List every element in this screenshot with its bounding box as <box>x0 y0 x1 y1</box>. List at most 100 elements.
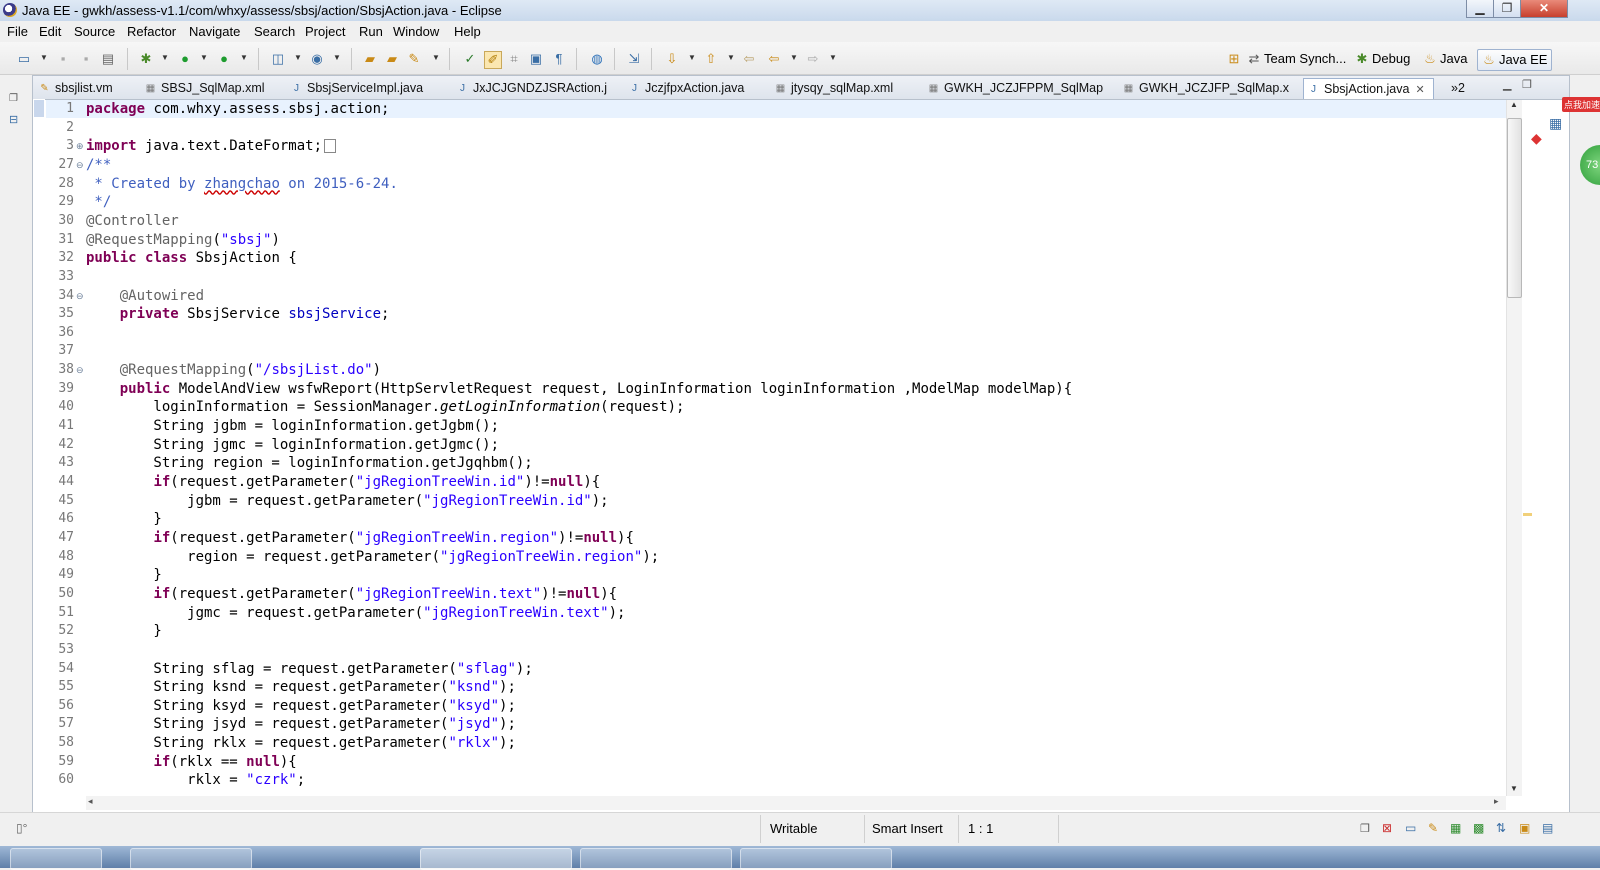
code-line[interactable]: region = request.getParameter("jgRegionT… <box>86 548 659 567</box>
code-content[interactable]: package com.whxy.assess.sbsj.action; impo… <box>86 100 1501 800</box>
markers-icon[interactable]: ▩ <box>1473 821 1484 835</box>
tab-jtysqy-sqlmap-xml[interactable]: ▦ jtysqy_sqlMap.xml <box>771 78 893 100</box>
taskbar-button[interactable] <box>130 848 252 870</box>
code-line[interactable]: } <box>86 622 161 641</box>
code-line[interactable]: } <box>86 566 161 585</box>
save-all-icon[interactable]: ▪ <box>78 51 94 67</box>
perspective-debug[interactable]: ✱ Debug <box>1355 49 1411 69</box>
back-dropdown-icon[interactable]: ▼ <box>790 54 798 62</box>
open-task-icon[interactable]: ▰ <box>384 51 400 67</box>
speedup-widget-label[interactable]: 点我加速 <box>1562 97 1600 112</box>
code-line[interactable]: * Created by zhangchao on 2015-6-24. <box>86 175 397 194</box>
forward-icon[interactable]: ⇨ <box>805 51 821 67</box>
open-type-icon[interactable]: ▰ <box>362 51 378 67</box>
menu-navigate[interactable]: Navigate <box>189 24 240 39</box>
code-line[interactable]: String region = loginInformation.getJgqh… <box>86 454 532 473</box>
code-line[interactable]: String jsyd = request.getParameter("jsyd… <box>86 715 515 734</box>
last-edit-location-icon[interactable]: ⇦ <box>741 51 757 67</box>
vertical-scrollbar-thumb[interactable] <box>1507 118 1522 298</box>
menu-source[interactable]: Source <box>74 24 115 39</box>
maximize-editor-icon[interactable]: ❐ <box>1522 78 1532 91</box>
next-annotation-dropdown-icon[interactable]: ▼ <box>688 54 696 62</box>
minimize-button[interactable]: ▁ <box>1466 0 1494 18</box>
maximize-button[interactable]: ❐ <box>1493 0 1521 18</box>
code-line[interactable]: @Controller <box>86 212 179 231</box>
taskbar-button[interactable] <box>740 848 892 870</box>
debug-dropdown-icon[interactable]: ▼ <box>161 54 169 62</box>
new-icon[interactable]: ▭ <box>16 51 32 67</box>
menu-run[interactable]: Run <box>359 24 383 39</box>
code-line[interactable]: String sflag = request.getParameter("sfl… <box>86 660 532 679</box>
widget-grid-icon[interactable]: ▦ <box>1549 115 1562 132</box>
code-line[interactable]: String ksyd = request.getParameter("ksyd… <box>86 697 515 716</box>
run-dropdown-icon[interactable]: ▼ <box>200 54 208 62</box>
tab-gwkh-jczjfp-sqlmap[interactable]: ▦ GWKH_JCZJFP_SqlMap.x <box>1119 78 1289 100</box>
taskbar-button[interactable] <box>420 848 572 870</box>
code-line[interactable]: if(request.getParameter("jgRegionTreeWin… <box>86 529 633 548</box>
collapsed-imports-icon[interactable] <box>324 139 337 154</box>
menu-refactor[interactable]: Refactor <box>127 24 176 39</box>
next-annotation-icon[interactable]: ⇩ <box>664 51 680 67</box>
toggle-highlight-icon[interactable]: ✐ <box>484 51 502 69</box>
forward-dropdown-icon[interactable]: ▼ <box>829 54 837 62</box>
code-line[interactable]: public class SbsjAction { <box>86 249 297 268</box>
scroll-right-icon[interactable]: ▸ <box>1494 796 1499 807</box>
code-line[interactable]: /** <box>86 156 111 175</box>
run-icon[interactable]: ● <box>177 51 193 67</box>
tab-sbsjaction-java[interactable]: J SbsjAction.java ✕ <box>1303 78 1434 101</box>
code-line[interactable]: loginInformation = SessionManager.getLog… <box>86 398 684 417</box>
perspective-team-sync[interactable]: ⇄ Team Synch... <box>1247 49 1347 69</box>
show-paragraph-icon[interactable]: ¶ <box>551 51 567 67</box>
properties-icon[interactable]: ⇅ <box>1496 821 1506 835</box>
new-server-dropdown-icon[interactable]: ▼ <box>294 54 302 62</box>
snippets-icon[interactable]: ▣ <box>1519 821 1530 835</box>
new-class-dropdown-icon[interactable]: ▼ <box>333 54 341 62</box>
horizontal-scrollbar[interactable]: ◂ ▸ <box>86 796 1506 810</box>
minimize-editor-icon[interactable]: ▁ <box>1503 78 1511 91</box>
collapse-fold-icon[interactable]: ⊖ <box>76 287 85 306</box>
code-line[interactable]: jgmc = request.getParameter("jgRegionTre… <box>86 604 625 623</box>
expand-fold-icon[interactable]: ⊕ <box>76 137 85 156</box>
new-server-icon[interactable]: ◫ <box>270 51 286 67</box>
console-icon[interactable]: ▭ <box>1405 821 1416 835</box>
tab-gwkh-jczjfppm-sqlmap[interactable]: ▦ GWKH_JCZJFPPM_SqlMap <box>924 78 1103 100</box>
menu-project[interactable]: Project <box>305 24 345 39</box>
code-line[interactable]: @RequestMapping("/sbsjList.do") <box>86 361 381 380</box>
collapse-fold-icon[interactable]: ⊖ <box>76 156 85 175</box>
globe-icon[interactable]: ◍ <box>589 51 605 67</box>
code-line[interactable]: import java.text.DateFormat; <box>86 137 337 156</box>
taskbar-button[interactable] <box>10 848 102 870</box>
tab-sbsj-sqlmap-xml[interactable]: ▦ SBSJ_SqlMap.xml <box>141 78 265 100</box>
tab-jczjfpxaction-java[interactable]: J JczjfpxAction.java <box>625 78 744 100</box>
code-line[interactable]: String jgbm = loginInformation.getJgbm()… <box>86 417 499 436</box>
package-explorer-icon[interactable]: ⊟ <box>9 113 18 126</box>
search-icon[interactable]: ✎ <box>406 51 422 67</box>
code-line[interactable]: String rklx = request.getParameter("rklx… <box>86 734 515 753</box>
problems-icon[interactable]: ▦ <box>1450 821 1461 835</box>
code-line[interactable]: package com.whxy.assess.sbsj.action; <box>86 100 389 119</box>
scroll-left-icon[interactable]: ◂ <box>88 796 93 807</box>
tasks-icon[interactable]: ✎ <box>1428 821 1438 835</box>
scroll-down-icon[interactable]: ▼ <box>1510 784 1518 793</box>
new-class-icon[interactable]: ◉ <box>309 51 325 67</box>
close-button[interactable]: ✕ <box>1520 0 1568 18</box>
toggle-mark-occurrences-icon[interactable]: ✓ <box>462 51 478 67</box>
previous-annotation-dropdown-icon[interactable]: ▼ <box>727 54 735 62</box>
external-tools-dropdown-icon[interactable]: ▼ <box>240 54 248 62</box>
debug-icon[interactable]: ✱ <box>138 51 154 67</box>
new-dropdown-icon[interactable]: ▼ <box>40 54 48 62</box>
menu-file[interactable]: File <box>7 24 28 39</box>
back-icon[interactable]: ⇦ <box>766 51 782 67</box>
print-icon[interactable]: ▤ <box>100 51 116 67</box>
code-line[interactable]: } <box>86 510 161 529</box>
toggle-block-selection-icon[interactable]: ⌗ <box>506 51 522 67</box>
code-line[interactable]: @Autowired <box>86 287 204 306</box>
speedup-widget-badge[interactable]: 73 <box>1580 145 1600 185</box>
perspective-java-ee[interactable]: ♨ Java EE <box>1477 49 1553 71</box>
code-line[interactable]: if(rklx == null){ <box>86 753 296 772</box>
overview-ruler[interactable] <box>1521 100 1535 796</box>
code-line[interactable]: String jgmc = loginInformation.getJgmc()… <box>86 436 499 455</box>
code-line[interactable]: public ModelAndView wsfwReport(HttpServl… <box>86 380 1072 399</box>
tab-sbsjlist-vm[interactable]: ✎ sbsjlist.vm <box>35 78 112 100</box>
collapse-fold-icon[interactable]: ⊖ <box>76 361 85 380</box>
